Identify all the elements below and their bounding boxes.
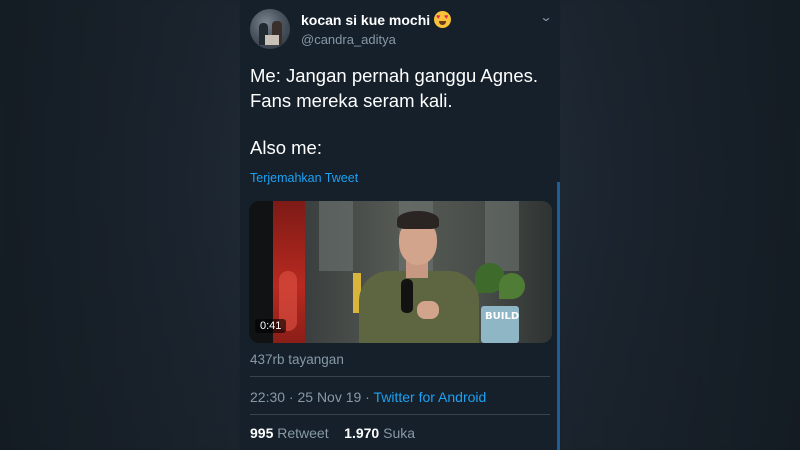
display-name-text: kocan si kue mochi bbox=[301, 11, 431, 28]
chevron-down-icon[interactable]: ⌄ bbox=[539, 10, 552, 24]
engagement-stats: 995 Retweet 1.970 Suka bbox=[250, 425, 415, 441]
video-build-text: BUILD bbox=[485, 311, 520, 322]
like-label[interactable]: Suka bbox=[383, 425, 415, 441]
divider bbox=[250, 414, 550, 415]
tweet-timestamp: 22:30 · 25 Nov 19 · Twitter for Android bbox=[250, 389, 486, 405]
avatar-figure bbox=[265, 35, 279, 45]
video-person-hand bbox=[417, 301, 439, 319]
tweet-text-line: Fans mereka seram kali. bbox=[250, 90, 453, 111]
tweet-text: Me: Jangan pernah ganggu Agnes. Fans mer… bbox=[250, 63, 555, 113]
video-window bbox=[485, 201, 519, 271]
microphone-icon bbox=[401, 279, 413, 313]
thread-line bbox=[557, 182, 560, 450]
timestamp-text: 22:30 · 25 Nov 19 · bbox=[250, 389, 374, 405]
tweet-text-line: Me: Jangan pernah ganggu Agnes. bbox=[250, 65, 539, 86]
retweet-label[interactable]: Retweet bbox=[277, 425, 328, 441]
background-right bbox=[560, 0, 800, 450]
tweet-text-also: Also me: bbox=[250, 137, 322, 158]
divider bbox=[250, 376, 550, 377]
video-person-hair bbox=[397, 211, 439, 229]
video-duration-badge: 0:41 bbox=[255, 319, 287, 333]
video-player[interactable]: BUILD 0:41 bbox=[249, 201, 552, 343]
display-name[interactable]: kocan si kue mochi ♥ ♥ bbox=[301, 11, 452, 28]
view-count: 437rb tayangan bbox=[250, 352, 344, 367]
background-left bbox=[0, 0, 240, 450]
heart-eyes-emoji-icon: ♥ ♥ bbox=[434, 11, 452, 28]
client-link[interactable]: Twitter for Android bbox=[373, 389, 486, 405]
retweet-count[interactable]: 995 bbox=[250, 425, 273, 441]
user-handle[interactable]: @candra_aditya bbox=[301, 32, 396, 47]
avatar[interactable] bbox=[250, 9, 290, 49]
tweet-card: kocan si kue mochi ♥ ♥ @candra_aditya ⌄ M… bbox=[240, 0, 560, 450]
translate-tweet-link[interactable]: Terjemahkan Tweet bbox=[250, 171, 358, 185]
video-window bbox=[319, 201, 353, 271]
like-count[interactable]: 1.970 bbox=[344, 425, 379, 441]
video-plant bbox=[499, 273, 525, 299]
